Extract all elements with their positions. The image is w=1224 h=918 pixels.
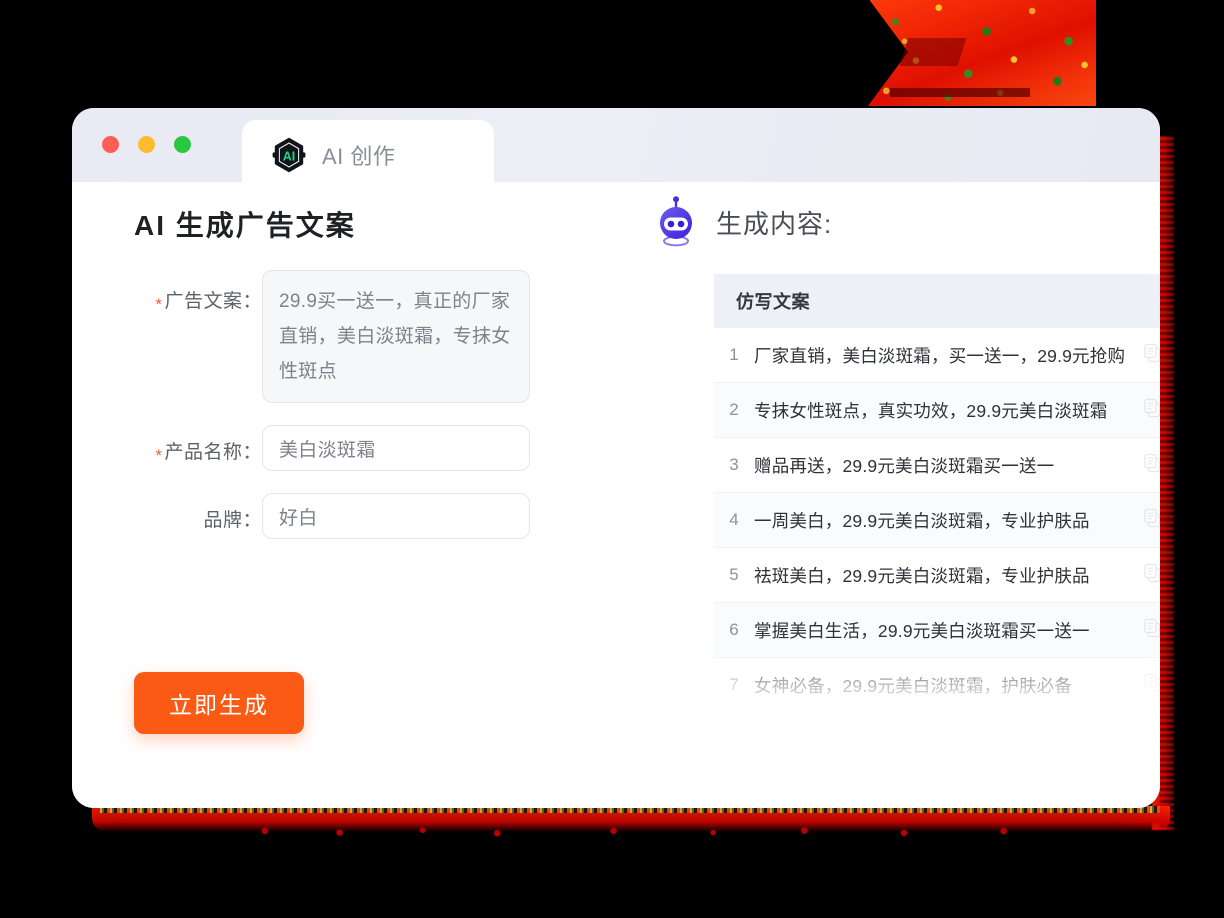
copy-icon[interactable] [1142, 672, 1160, 699]
results-panel: 生成内容: 仿写文案 1 厂家直销，美白淡斑霜，买一送一，29.9元抢购 2 专… [582, 182, 1160, 808]
brand-input[interactable]: 好白 [262, 493, 530, 539]
form-row-product-name: * 产品名称： 美白淡斑霜 [110, 425, 570, 471]
tab-ai-creation[interactable]: AI AI 创作 [242, 120, 494, 190]
product-name-input[interactable]: 美白淡斑霜 [262, 425, 530, 471]
results-column-header: 仿写文案 [714, 274, 1160, 328]
required-asterisk: * [155, 295, 163, 314]
traffic-light-group [102, 136, 191, 153]
form-panel: AI 生成广告文案 * 广告文案： 29.9买一送一，真正的厂家直销，美白淡斑霜，… [72, 182, 582, 808]
screenshot-stage: AI AI 创作 AI 生成广告文案 * 广告文案： 29.9买一送一，真正的厂家… [0, 0, 1224, 918]
decorative-bottom-dots [240, 826, 1070, 838]
table-row[interactable]: 2 专抹女性斑点，真实功效，29.9元美白淡斑霜 [714, 383, 1160, 438]
row-index: 2 [729, 400, 739, 419]
copy-icon[interactable] [1142, 452, 1160, 479]
minimize-button-icon[interactable] [138, 136, 155, 153]
table-row[interactable]: 4 一周美白，29.9元美白淡斑霜，专业护肤品 [714, 493, 1160, 548]
page-title: AI 生成广告文案 [134, 210, 356, 241]
row-text: 女神必备，29.9元美白淡斑霜，护肤必备 [754, 675, 1073, 696]
ad-copy-textarea[interactable]: 29.9买一送一，真正的厂家直销，美白淡斑霜，专抹女性斑点 [262, 270, 530, 403]
results-rows-host: 1 厂家直销，美白淡斑霜，买一送一，29.9元抢购 2 专抹女性斑点，真实功效，… [714, 328, 1160, 704]
label-product-name-text: 产品名称： [164, 442, 262, 463]
robot-head-icon [654, 196, 698, 248]
table-row[interactable]: 3 赠品再送，29.9元美白淡斑霜买一送一 [714, 438, 1160, 493]
label-brand: 品牌： [203, 510, 262, 531]
table-row[interactable]: 5 祛斑美白，29.9元美白淡斑霜，专业护肤品 [714, 548, 1160, 603]
row-index: 1 [729, 345, 739, 364]
close-button-icon[interactable] [102, 136, 119, 153]
table-row[interactable]: 7 女神必备，29.9元美白淡斑霜，护肤必备 [714, 658, 1160, 704]
window-titlebar: AI AI 创作 [72, 108, 1160, 190]
maximize-button-icon[interactable] [174, 136, 191, 153]
label-ad-copy: * 广告文案： [110, 270, 262, 314]
required-asterisk: * [155, 446, 163, 465]
table-row[interactable]: 1 厂家直销，美白淡斑霜，买一送一，29.9元抢购 [714, 328, 1160, 383]
copy-icon[interactable] [1142, 617, 1160, 644]
generated-content-title: 生成内容: [716, 208, 833, 239]
ad-copy-form: * 广告文案： 29.9买一送一，真正的厂家直销，美白淡斑霜，专抹女性斑点 * 产品… [110, 270, 570, 561]
copy-icon[interactable] [1142, 562, 1160, 589]
copy-icon[interactable] [1142, 397, 1160, 424]
generated-content-header: 生成内容: [654, 196, 832, 248]
ai-hexagon-icon: AI [270, 136, 308, 174]
label-ad-copy-text: 广告文案： [164, 291, 262, 312]
row-index: 3 [729, 455, 739, 474]
row-index: 6 [729, 620, 739, 639]
tab-label: AI 创作 [322, 144, 396, 169]
app-window: AI AI 创作 AI 生成广告文案 * 广告文案： 29.9买一送一，真正的厂家… [72, 108, 1160, 808]
copy-icon[interactable] [1142, 342, 1160, 369]
form-row-brand: 品牌： 好白 [110, 493, 570, 539]
results-table: 仿写文案 1 厂家直销，美白淡斑霜，买一送一，29.9元抢购 2 专抹女性斑点，… [714, 274, 1160, 704]
row-text: 一周美白，29.9元美白淡斑霜，专业护肤品 [754, 510, 1090, 531]
row-index: 5 [729, 565, 739, 584]
row-text: 掌握美白生活，29.9元美白淡斑霜买一送一 [754, 620, 1090, 641]
row-index: 7 [729, 675, 739, 694]
svg-text:AI: AI [283, 149, 296, 163]
copy-icon[interactable] [1142, 507, 1160, 534]
table-row[interactable]: 6 掌握美白生活，29.9元美白淡斑霜买一送一 [714, 603, 1160, 658]
window-body: AI 生成广告文案 * 广告文案： 29.9买一送一，真正的厂家直销，美白淡斑霜，… [72, 182, 1160, 808]
form-row-ad-copy: * 广告文案： 29.9买一送一，真正的厂家直销，美白淡斑霜，专抹女性斑点 [110, 270, 570, 403]
row-index: 4 [729, 510, 739, 529]
row-text: 厂家直销，美白淡斑霜，买一送一，29.9元抢购 [754, 345, 1126, 366]
decorative-bar [890, 88, 1030, 97]
decorative-block [899, 38, 967, 66]
generate-button[interactable]: 立即生成 [134, 672, 304, 734]
label-product-name: * 产品名称： [110, 425, 262, 465]
row-text: 祛斑美白，29.9元美白淡斑霜，专业护肤品 [754, 565, 1090, 586]
row-text: 赠品再送，29.9元美白淡斑霜买一送一 [754, 455, 1055, 476]
row-text: 专抹女性斑点，真实功效，29.9元美白淡斑霜 [754, 400, 1108, 421]
